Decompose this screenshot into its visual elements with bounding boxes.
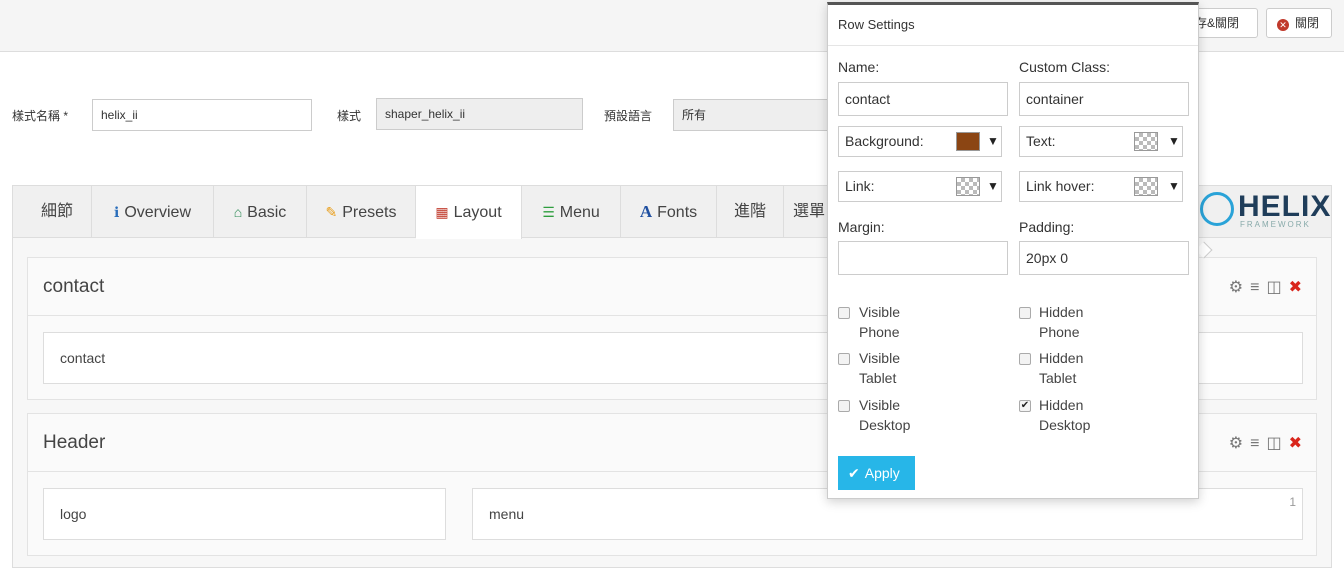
tab-label: Overview: [124, 204, 191, 221]
row-tools: ⚙ ≡ ◫ ✖: [1222, 433, 1302, 453]
gear-icon[interactable]: ⚙: [1229, 435, 1243, 452]
padding-label: Padding:: [1019, 219, 1075, 235]
tab-label: Layout: [453, 204, 502, 221]
popover-title: Row Settings: [838, 17, 915, 32]
margin-label: Margin:: [838, 219, 885, 235]
hidden-desktop-checkbox[interactable]: ✔: [1019, 400, 1031, 412]
tab-label: Menu: [559, 204, 600, 221]
bars-icon[interactable]: ≡: [1250, 279, 1259, 296]
divider: [828, 45, 1198, 46]
caret-down-icon: ▼: [987, 134, 999, 148]
custom-class-label: Custom Class:: [1019, 59, 1111, 75]
column-label: menu: [489, 506, 525, 522]
font-icon: A: [639, 202, 653, 221]
style-label: 樣式: [337, 109, 362, 123]
name-label: Name:: [838, 59, 880, 75]
link-hover-color-picker[interactable]: Link hover: ▼: [1019, 171, 1183, 202]
custom-class-input[interactable]: container: [1019, 82, 1189, 116]
text-label: Text:: [1026, 133, 1056, 149]
column-box[interactable]: logo: [43, 488, 446, 540]
tab-label: Presets: [342, 204, 397, 221]
tab-overview[interactable]: ℹ Overview: [92, 186, 214, 238]
default-language-select[interactable]: 所有: [673, 99, 833, 131]
visible-phone-label: Visible Phone: [859, 304, 900, 340]
close-label: 關閉: [1295, 16, 1320, 30]
grid-icon: ▦: [435, 204, 449, 220]
logo-subtext: FRAMEWORK: [1240, 220, 1311, 229]
link-label: Link:: [845, 178, 875, 194]
tab-basic[interactable]: ⌂ Basic: [214, 186, 307, 238]
color-swatch: [1134, 177, 1158, 196]
delete-icon[interactable]: ✖: [1289, 279, 1302, 296]
tab-label: 細節: [40, 203, 73, 220]
hidden-phone-label: Hidden Phone: [1039, 304, 1084, 340]
name-input[interactable]: contact: [838, 82, 1008, 116]
style-name-input[interactable]: helix_ii: [92, 99, 312, 131]
background-color-picker[interactable]: Background: ▼: [838, 126, 1002, 157]
hidden-tablet-label: Hidden Tablet: [1039, 350, 1084, 386]
close-circle-icon: ✕: [1277, 19, 1289, 31]
tab-label: Fonts: [657, 204, 698, 221]
row-title: contact: [43, 276, 105, 297]
close-button[interactable]: ✕ 關閉: [1266, 8, 1332, 38]
columns-icon[interactable]: ◫: [1266, 279, 1281, 296]
apply-button[interactable]: ✔ Apply: [838, 456, 915, 490]
visible-desktop-label: Visible Desktop: [859, 397, 911, 433]
apply-label: Apply: [864, 465, 900, 481]
hidden-phone-checkbox[interactable]: [1019, 307, 1031, 319]
caret-down-icon: ▼: [987, 179, 999, 193]
link-hover-label: Link hover:: [1026, 178, 1095, 194]
columns-icon[interactable]: ◫: [1266, 435, 1281, 452]
helix-logo-mark: [1200, 192, 1234, 226]
color-swatch: [956, 132, 980, 151]
bars-icon[interactable]: ≡: [1250, 435, 1259, 452]
default-language-label: 預設語言: [604, 109, 653, 123]
tab-presets[interactable]: ✎ Presets: [307, 186, 416, 238]
style-readonly-field: shaper_helix_ii: [376, 98, 583, 130]
visible-tablet-checkbox[interactable]: [838, 353, 850, 365]
tab-label: 進階: [733, 203, 766, 220]
padding-input[interactable]: 20px 0: [1019, 241, 1189, 275]
visible-phone-checkbox[interactable]: [838, 307, 850, 319]
tab-menu[interactable]: ☰ Menu: [522, 186, 621, 238]
delete-icon[interactable]: ✖: [1289, 435, 1302, 452]
tab-advanced[interactable]: 進階: [717, 186, 784, 238]
tab-label: Basic: [247, 204, 287, 221]
gear-icon[interactable]: ⚙: [1229, 279, 1243, 296]
background-label: Background:: [845, 133, 924, 149]
color-swatch: [956, 177, 980, 196]
column-count-badge: 1: [1289, 495, 1296, 509]
row-tools: ⚙ ≡ ◫ ✖: [1222, 277, 1302, 297]
visible-desktop-checkbox[interactable]: [838, 400, 850, 412]
tab-fonts[interactable]: A Fonts: [621, 186, 717, 238]
tab-details[interactable]: 細節: [23, 186, 92, 238]
row-settings-popover: Row Settings Name: Custom Class: contact…: [827, 2, 1199, 499]
tab-label: 選單: [792, 203, 825, 220]
style-name-label: 樣式名稱 *: [12, 109, 69, 123]
logo-text: HELIX: [1238, 190, 1332, 223]
info-icon: ℹ: [113, 204, 120, 220]
link-color-picker[interactable]: Link: ▼: [838, 171, 1002, 202]
row-title: Header: [43, 432, 106, 453]
color-swatch: [1134, 132, 1158, 151]
home-icon: ⌂: [233, 204, 243, 220]
text-color-picker[interactable]: Text: ▼: [1019, 126, 1183, 157]
tab-layout[interactable]: ▦ Layout: [416, 186, 522, 239]
check-icon: ✔: [848, 465, 860, 481]
helix-logo: HELIX FRAMEWORK: [1200, 190, 1330, 234]
list-icon: ☰: [542, 204, 555, 220]
hidden-desktop-label: Hidden Desktop: [1039, 397, 1091, 433]
hidden-tablet-checkbox[interactable]: [1019, 353, 1031, 365]
visible-tablet-label: Visible Tablet: [859, 350, 900, 386]
pencil-icon: ✎: [325, 204, 338, 220]
caret-down-icon: ▼: [1168, 134, 1180, 148]
margin-input[interactable]: [838, 241, 1008, 275]
caret-down-icon: ▼: [1168, 179, 1180, 193]
